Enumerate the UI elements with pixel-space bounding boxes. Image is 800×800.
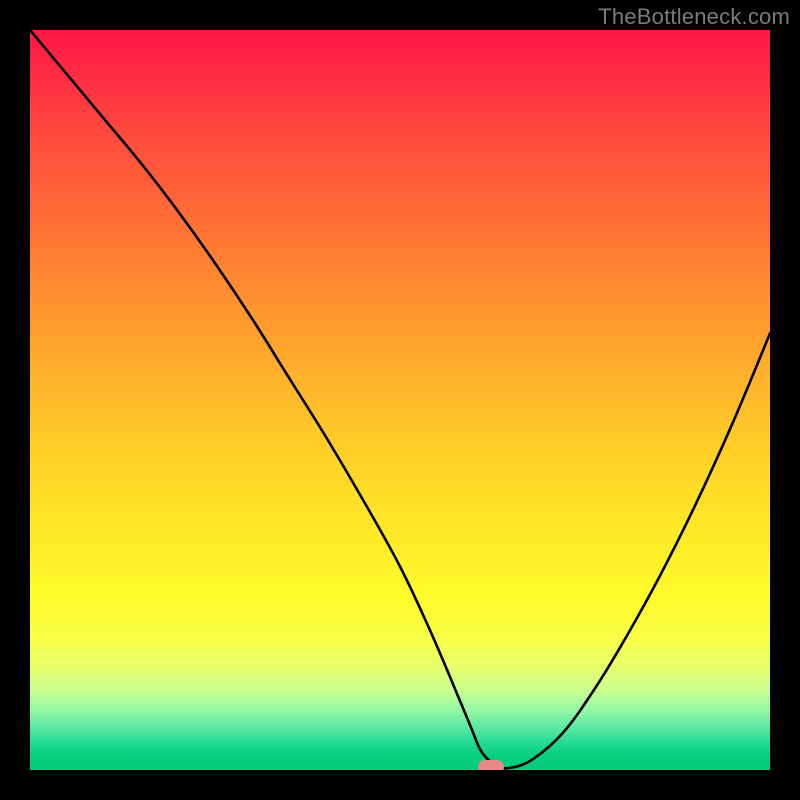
plot-area	[30, 30, 770, 770]
watermark-text: TheBottleneck.com	[598, 4, 790, 30]
bottleneck-curve	[30, 30, 770, 770]
optimal-point-marker	[478, 760, 504, 770]
